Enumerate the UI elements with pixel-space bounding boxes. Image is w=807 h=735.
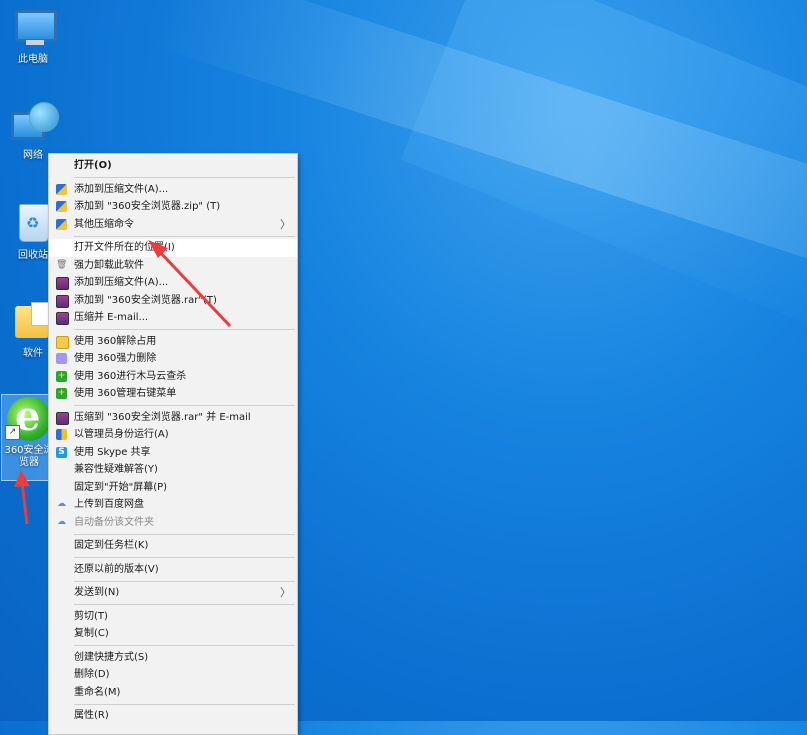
menu-separator <box>74 235 295 237</box>
menu-separator <box>74 177 295 178</box>
menu-item-add-to-rar-named[interactable]: 添加到 "360安全浏览器.rar"(T) <box>49 292 297 310</box>
winrar-icon <box>56 277 69 290</box>
360-security-icon: + <box>56 388 67 399</box>
menu-item-360-trojan-scan[interactable]: + 使用 360进行木马云查杀 <box>49 368 297 386</box>
lock-folder-icon <box>56 335 69 349</box>
menu-separator <box>74 533 295 535</box>
bandizip-icon <box>56 201 67 212</box>
menu-item-cut[interactable]: 剪切(T) <box>49 608 297 626</box>
menu-item-copy[interactable]: 复制(C) <box>49 625 297 643</box>
wallpaper-light-glow <box>400 0 807 385</box>
menu-item-run-as-admin[interactable]: 以管理员身份运行(A) <box>49 426 297 444</box>
winrar-icon <box>56 312 69 325</box>
shortcut-arrow-icon: ↗ <box>5 425 20 440</box>
menu-item-open[interactable]: 打开(O) <box>49 157 297 175</box>
menu-item-pin-to-taskbar[interactable]: 固定到任务栏(K) <box>49 537 297 555</box>
menu-item-pin-to-start[interactable]: 固定到"开始"屏幕(P) <box>49 479 297 497</box>
skype-icon: S <box>56 446 67 458</box>
menu-item-restore-previous[interactable]: 还原以前的版本(V) <box>49 561 297 579</box>
menu-separator <box>74 580 295 582</box>
menu-item-compress-rar-email[interactable]: 压缩到 "360安全浏览器.rar" 并 E-mail <box>49 409 297 427</box>
desktop-icon-this-pc[interactable]: 此电脑 <box>2 4 64 74</box>
cloud-icon: ☁ <box>57 499 66 509</box>
360-browser-icon: e ↗ <box>5 393 53 443</box>
menu-item-other-compress[interactable]: 其他压缩命令〉 <box>49 216 297 234</box>
menu-item-rename[interactable]: 重命名(M) <box>49 684 297 702</box>
menu-separator <box>74 557 295 558</box>
uac-shield-icon <box>56 429 67 440</box>
menu-item-upload-baidu[interactable]: ☁ 上传到百度网盘 <box>49 496 297 514</box>
chevron-right-icon: 〉 <box>280 586 291 599</box>
menu-item-properties[interactable]: 属性(R) <box>49 707 297 725</box>
menu-item-delete[interactable]: 删除(D) <box>49 666 297 684</box>
menu-item-compatibility[interactable]: 兼容性疑难解答(Y) <box>49 461 297 479</box>
menu-item-open-file-location[interactable]: 打开文件所在的位置(I) <box>49 239 297 257</box>
menu-item-send-to[interactable]: 发送到(N) 〉 <box>49 584 297 602</box>
menu-item-force-uninstall[interactable]: 🗑 强力卸载此软件 <box>49 257 297 275</box>
menu-item-add-to-archive-rar[interactable]: 添加到压缩文件(A)... <box>49 274 297 292</box>
menu-item-compress-email[interactable]: 压缩并 E-mail... <box>49 309 297 327</box>
bandizip-icon <box>56 218 67 230</box>
menu-separator <box>74 405 295 406</box>
menu-separator <box>74 703 295 705</box>
menu-item-skype-share[interactable]: S 使用 Skype 共享 <box>49 444 297 462</box>
menu-separator <box>74 604 295 605</box>
bandizip-icon <box>56 183 67 195</box>
winrar-icon <box>56 294 69 308</box>
menu-separator <box>74 645 295 646</box>
computer-icon <box>9 4 57 52</box>
network-icon <box>9 100 59 148</box>
desktop-icon-label: 此电脑 <box>18 54 48 65</box>
menu-item-create-shortcut[interactable]: 创建快捷方式(S) <box>49 649 297 667</box>
menu-item-auto-backup[interactable]: ☁ 自动备份该文件夹 <box>49 514 297 532</box>
menu-item-360-force-delete[interactable]: 使用 360强力删除 <box>49 350 297 368</box>
menu-item-360-unlock[interactable]: 使用 360解除占用 <box>49 333 297 351</box>
menu-separator <box>74 329 295 330</box>
cloud-icon: ☁ <box>57 516 66 527</box>
menu-item-add-to-archive-zip[interactable]: 添加到压缩文件(A)... <box>49 181 297 199</box>
menu-item-add-to-zip-named[interactable]: 添加到 "360安全浏览器.zip" (T) <box>49 198 297 216</box>
winrar-icon <box>56 411 69 425</box>
trash-icon: 🗑 <box>56 259 68 270</box>
360-security-icon: + <box>56 370 67 382</box>
menu-item-360-manage-menu[interactable]: + 使用 360管理右键菜单 <box>49 385 297 403</box>
shredder-icon <box>56 353 67 364</box>
chevron-right-icon: 〉 <box>280 217 291 231</box>
context-menu: 打开(O) 添加到压缩文件(A)... 添加到 "360安全浏览器.zip" (… <box>48 153 298 735</box>
